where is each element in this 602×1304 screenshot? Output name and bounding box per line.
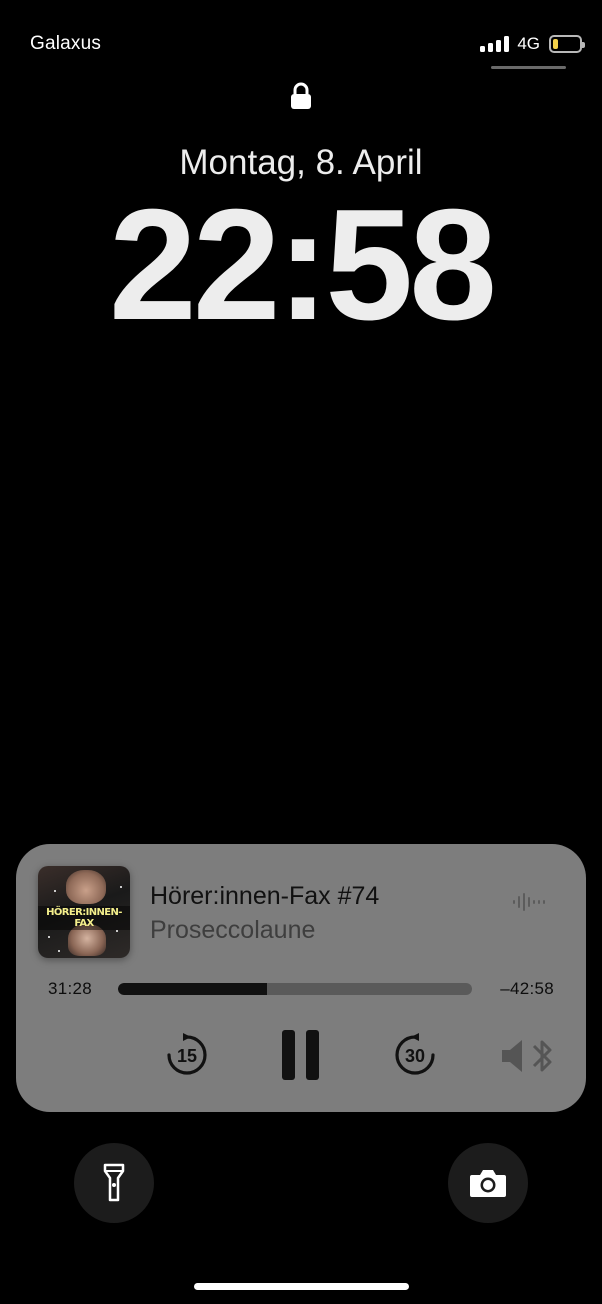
now-playing-widget[interactable]: HÖRER:INNEN-FAX Hörer:innen-Fax #74 Pros… bbox=[16, 844, 586, 1112]
artwork-figure bbox=[66, 870, 106, 904]
pause-button[interactable] bbox=[280, 1028, 322, 1087]
playback-progress bbox=[118, 983, 267, 995]
network-type: 4G bbox=[517, 34, 540, 53]
control-center-grabber[interactable] bbox=[491, 66, 566, 69]
battery-icon bbox=[549, 35, 585, 53]
speaker-bluetooth-icon bbox=[502, 1040, 552, 1072]
artwork-sparkle bbox=[120, 886, 122, 888]
skip-back-label: 15 bbox=[177, 1046, 197, 1066]
skip-back-icon: 15 bbox=[167, 1033, 207, 1075]
signal-strength-icon bbox=[480, 36, 510, 52]
playback-scrubber[interactable] bbox=[118, 983, 472, 995]
status-indicators: 4G bbox=[480, 34, 585, 54]
waveform-icon bbox=[512, 892, 546, 917]
flashlight-icon bbox=[103, 1163, 125, 1202]
carrier-name: Galaxus bbox=[30, 33, 102, 54]
elapsed-time: 31:28 bbox=[48, 979, 93, 998]
home-indicator[interactable] bbox=[194, 1283, 409, 1290]
skip-forward-label: 30 bbox=[405, 1046, 425, 1066]
audio-output-button[interactable] bbox=[500, 1036, 556, 1081]
pause-icon bbox=[282, 1030, 319, 1080]
lock-screen-time: 22:58 bbox=[108, 177, 497, 353]
flashlight-button[interactable] bbox=[74, 1143, 154, 1223]
artwork-sparkle bbox=[116, 930, 118, 932]
podcast-artwork[interactable]: HÖRER:INNEN-FAX bbox=[38, 866, 130, 958]
episode-title[interactable]: Hörer:innen-Fax #74 bbox=[150, 882, 379, 911]
camera-icon bbox=[470, 1170, 506, 1197]
battery-level bbox=[553, 39, 558, 49]
camera-button[interactable] bbox=[448, 1143, 528, 1223]
skip-forward-icon: 30 bbox=[395, 1033, 435, 1075]
artwork-sparkle bbox=[54, 890, 56, 892]
podcast-name[interactable]: Proseccolaune bbox=[150, 916, 315, 945]
skip-back-15-button[interactable]: 15 bbox=[164, 1032, 210, 1083]
skip-forward-30-button[interactable]: 30 bbox=[392, 1032, 438, 1083]
lock-icon bbox=[289, 82, 313, 115]
artwork-sparkle bbox=[58, 950, 60, 952]
artwork-title: HÖRER:INNEN-FAX bbox=[38, 906, 130, 930]
remaining-time: –42:58 bbox=[500, 979, 554, 998]
artwork-sparkle bbox=[48, 936, 50, 938]
